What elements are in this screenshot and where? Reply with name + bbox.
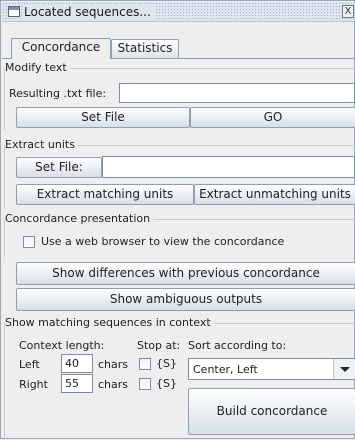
stop-right-checkbox[interactable]: [139, 378, 151, 390]
show-ambiguous-button[interactable]: Show ambiguous outputs: [16, 288, 355, 311]
resulting-file-label: Resulting .txt file:: [9, 87, 107, 100]
resulting-file-field[interactable]: [119, 83, 355, 103]
sort-select[interactable]: Center, Left: [188, 358, 355, 380]
close-button[interactable]: X: [342, 5, 354, 18]
sort-label: Sort according to:: [188, 339, 287, 352]
go-button[interactable]: GO: [190, 107, 355, 128]
build-concordance-button[interactable]: Build concordance: [188, 388, 355, 435]
extract-set-file-button[interactable]: Set File:: [16, 157, 102, 178]
window-title: Located sequences...: [24, 5, 155, 19]
chevron-down-icon[interactable]: [333, 359, 355, 379]
set-file-button[interactable]: Set File: [16, 107, 190, 128]
title-bar[interactable]: Located sequences... X: [2, 2, 355, 22]
context-title: Show matching sequences in context: [5, 316, 214, 329]
extract-matching-button[interactable]: Extract matching units: [16, 184, 194, 205]
window-icon: [8, 6, 20, 17]
located-sequences-window: Located sequences... X Statistics Concor…: [0, 0, 355, 440]
tab-statistics[interactable]: Statistics: [111, 39, 179, 58]
left-chars-input[interactable]: 40: [61, 354, 93, 373]
sort-selected-value: Center, Left: [193, 363, 258, 376]
web-browser-label: Use a web browser to view the concordanc…: [41, 235, 285, 248]
right-label: Right: [19, 378, 48, 391]
context-length-label: Context length:: [19, 339, 105, 352]
left-label: Left: [19, 358, 40, 371]
right-chars-input[interactable]: 55: [61, 374, 93, 393]
stop-at-label: Stop at:: [137, 339, 181, 352]
right-chars-label: chars: [98, 378, 129, 391]
extract-units-title: Extract units: [5, 138, 78, 151]
stop-right-label: {S}: [156, 377, 177, 390]
show-differences-button[interactable]: Show differences with previous concordan…: [16, 262, 355, 285]
extract-unmatching-button[interactable]: Extract unmatching units: [194, 184, 355, 205]
left-chars-label: chars: [98, 358, 129, 371]
concordance-presentation-title: Concordance presentation: [5, 212, 154, 225]
stop-left-label: {S}: [156, 357, 177, 370]
web-browser-checkbox[interactable]: [23, 236, 35, 248]
extract-file-field[interactable]: [102, 156, 355, 178]
stop-left-checkbox[interactable]: [139, 358, 151, 370]
tab-concordance[interactable]: Concordance: [11, 38, 111, 59]
modify-text-title: Modify text: [5, 61, 70, 74]
